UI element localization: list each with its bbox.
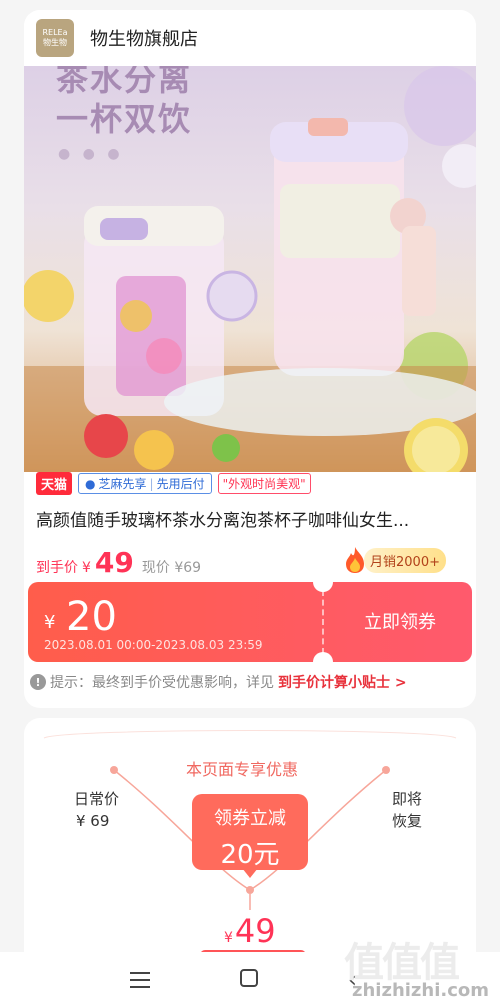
store-logo-line2: 物生物 (43, 38, 67, 47)
store-logo: RELEa 物生物 (36, 19, 74, 57)
daily-price-label: 日常价 (74, 790, 120, 808)
home-icon[interactable] (240, 969, 258, 987)
sesame-label-a: 芝麻先享 (98, 477, 147, 491)
tag-row: 天猫 ● 芝麻先享 | 先用后付 "外观时尚美观" (36, 472, 311, 495)
sesame-label-b: 先用后付 (156, 477, 205, 491)
final-price-amount: 49 (234, 912, 276, 950)
restore-label-line2: 恢复 (392, 812, 423, 830)
sesame-separator: | (149, 476, 154, 491)
coupon-currency: ¥ (44, 612, 56, 633)
info-icon: ! (30, 674, 46, 690)
sesame-credit-tag[interactable]: ● 芝麻先享 | 先用后付 (78, 473, 212, 494)
hero-slogan-line2: 一杯双饮 (56, 100, 193, 138)
price-row: 到手价 ¥ 49 现价 ¥69 (36, 546, 201, 579)
tip-text: 提示：最终到手价受优惠影响，详见 (50, 675, 274, 691)
store-header[interactable]: RELEa 物生物 物生物旗舰店 (24, 10, 476, 66)
coupon-validity: 2023.08.01 00:00-2023.08.03 23:59 (44, 638, 263, 652)
price-tip: ! 提示：最终到手价受优惠影响，详见 到手价计算小贴士 > (30, 672, 407, 692)
hero-dots: ● ● ● (58, 146, 124, 162)
product-card: RELEa 物生物 物生物旗舰店 茶水分离 一杯双饮 ● ● ● 天猫 ● 芝麻… (24, 10, 476, 708)
price-currency: ¥ (82, 560, 91, 576)
watermark-url: zhizhizhi.com (352, 980, 490, 1001)
tmall-tag: 天猫 (36, 472, 73, 495)
store-logo-line1: RELEa (42, 28, 68, 37)
review-quote-tag: "外观时尚美观" (217, 473, 311, 494)
restore-label-line1: 即将 (392, 790, 423, 808)
final-price-value: 49 (94, 546, 134, 579)
watermark: 值值值 zhizhizhi.com (344, 930, 494, 1004)
store-name[interactable]: 物生物旗舰店 (90, 25, 198, 51)
bubble-amount: 20元 (220, 840, 280, 870)
bubble-tail (242, 868, 258, 878)
coupon-card[interactable]: ¥ 20 2023.08.01 00:00-2023.08.03 23:59 立… (28, 572, 472, 672)
final-price-label: 到手价 (36, 560, 78, 576)
coupon-notch-top (313, 572, 333, 592)
coupon-notch-bottom (313, 652, 333, 672)
price-calculation-link[interactable]: 到手价计算小贴士 > (278, 672, 407, 692)
sesame-icon: ● (85, 476, 96, 491)
coupon-divider (322, 590, 324, 654)
coupon-discount-bubble: 领券立减 20元 (192, 794, 308, 878)
claim-coupon-button[interactable]: 立即领券 (364, 608, 436, 634)
exclusive-offer-title: 本页面专享优惠 (186, 760, 299, 779)
daily-price-value: ¥ 69 (76, 812, 110, 830)
coupon-amount: 20 (66, 594, 117, 640)
menu-icon[interactable] (130, 968, 150, 992)
product-title[interactable]: 高颜值随手玻璃杯茶水分离泡茶杯子咖啡仙女生... (36, 506, 456, 531)
flame-icon (346, 547, 364, 573)
current-price: 现价 ¥69 (141, 560, 202, 576)
exclusive-final-price: ¥ 49 (224, 912, 276, 950)
final-price-currency: ¥ (224, 930, 233, 946)
product-hero-image[interactable]: 茶水分离 一杯双饮 ● ● ● (24, 66, 476, 472)
bubble-label: 领券立减 (214, 808, 286, 829)
monthly-sales-text: 月销2000+ (364, 547, 446, 573)
monthly-sales-badge: 月销2000+ (344, 546, 446, 574)
